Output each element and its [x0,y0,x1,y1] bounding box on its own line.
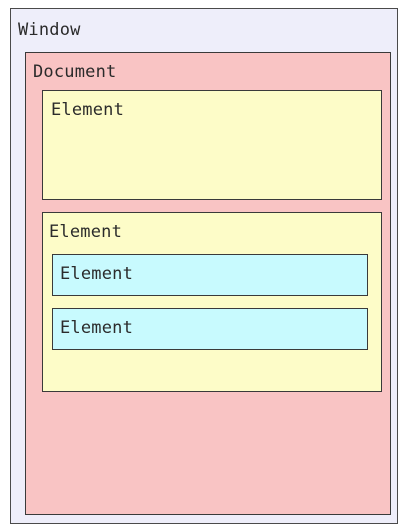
nested-element-box: Element [52,308,368,350]
document-label: Document [33,62,117,82]
nested-element-box: Element [52,254,368,296]
element-container-box: Element [42,212,382,392]
element-container-label: Element [49,222,123,242]
element-box: Element [42,90,382,200]
nested-element-label: Element [60,264,134,284]
window-label: Window [18,20,81,40]
nested-element-label: Element [60,318,134,338]
element-label: Element [51,100,125,120]
